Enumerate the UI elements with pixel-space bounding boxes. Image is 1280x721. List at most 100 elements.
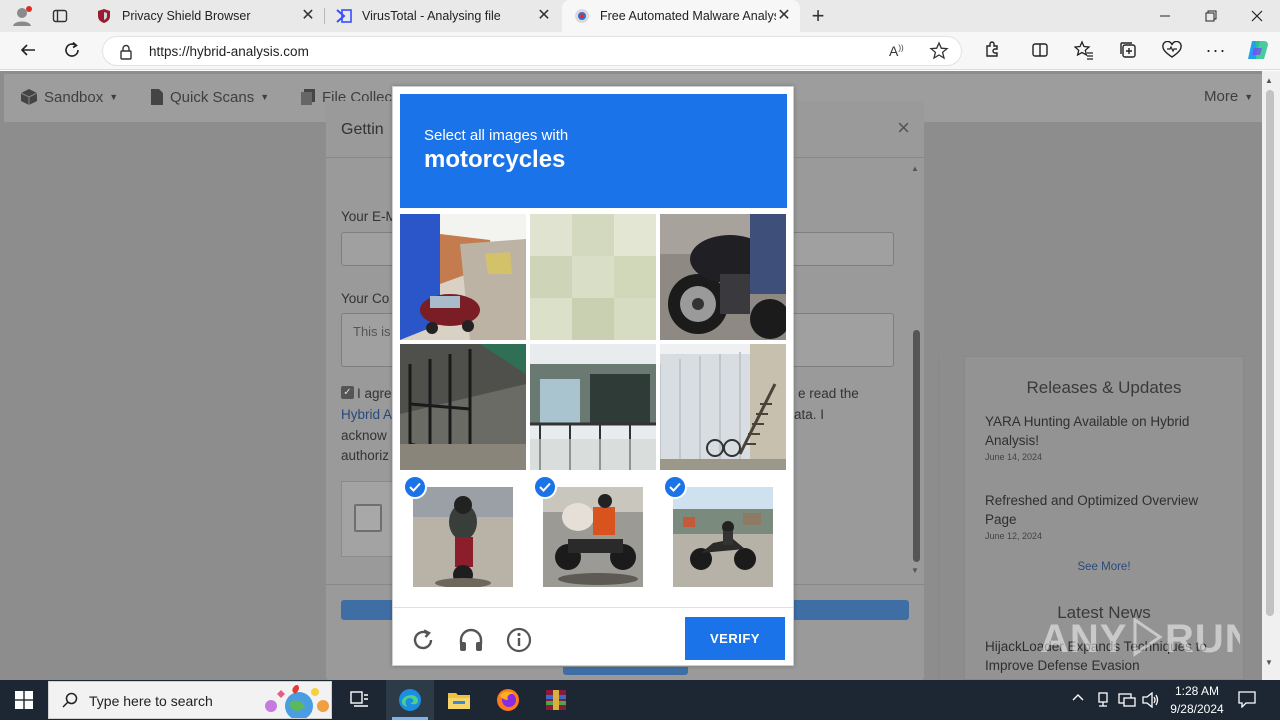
secondary-button[interactable]	[563, 667, 688, 675]
releases-title: Releases & Updates	[1026, 378, 1182, 397]
lock-icon[interactable]	[119, 44, 133, 63]
tab-title: Privacy Shield Browser	[122, 9, 251, 23]
ethernet-icon[interactable]	[1118, 692, 1136, 711]
url-text[interactable]: https://hybrid-analysis.com	[149, 44, 309, 59]
scroll-up-icon[interactable]: ▲	[911, 164, 919, 173]
back-icon[interactable]	[14, 37, 42, 63]
captcha-tile-3[interactable]	[660, 214, 786, 340]
page-scroll-thumb[interactable]	[1266, 90, 1274, 616]
firefox-icon[interactable]	[484, 680, 532, 720]
favorite-star-icon[interactable]	[929, 41, 949, 64]
tab-title: VirusTotal - Analysing file	[362, 9, 501, 23]
tab-hybrid-analysis[interactable]: Free Automated Malware Analysi ✕	[562, 0, 800, 32]
release-item-title[interactable]: Refreshed and Optimized Overview Page	[985, 491, 1225, 529]
browser-essentials-icon[interactable]	[1158, 37, 1186, 63]
favorites-icon[interactable]	[1070, 37, 1098, 63]
captcha-footer-divider	[393, 607, 793, 608]
scroll-down-icon[interactable]: ▼	[1265, 658, 1273, 667]
audio-headphones-icon[interactable]	[457, 626, 485, 654]
release-item-title[interactable]: YARA Hunting Available on Hybrid Analysi…	[985, 412, 1225, 450]
minimize-button[interactable]	[1142, 0, 1188, 32]
see-more-link[interactable]: See More!	[964, 561, 1244, 573]
reload-icon[interactable]	[409, 626, 437, 654]
task-view-icon[interactable]	[336, 680, 384, 720]
scroll-down-icon[interactable]: ▼	[911, 566, 919, 575]
modal-scroll-thumb[interactable]	[913, 330, 920, 562]
new-tab-button[interactable]: +	[804, 3, 832, 29]
profile-icon[interactable]	[8, 3, 36, 29]
release-item-date: June 14, 2024	[985, 452, 1043, 462]
selected-check-icon	[663, 475, 687, 499]
captcha-tile-6[interactable]	[660, 344, 786, 470]
captcha-tile-9[interactable]	[673, 487, 773, 587]
taskbar-search-box[interactable]: Type here to search	[48, 681, 332, 721]
agree-checkbox[interactable]: ✓	[341, 386, 354, 399]
captcha-tile-5[interactable]	[530, 344, 656, 470]
nav-label: Sandbox	[44, 88, 104, 106]
refresh-icon[interactable]	[58, 37, 86, 63]
winrar-icon[interactable]	[532, 680, 580, 720]
modal-title: Gettin	[341, 121, 384, 138]
notifications-icon[interactable]	[1238, 690, 1256, 711]
captcha-instruction: Select all images with	[424, 127, 569, 144]
captcha-tile-8[interactable]	[543, 487, 643, 587]
address-bar[interactable]: https://hybrid-analysis.com A))	[102, 36, 962, 66]
captcha-target: motorcycles	[424, 146, 566, 173]
info-icon[interactable]	[505, 626, 533, 654]
tab-privacy-shield[interactable]: Privacy Shield Browser ✕	[84, 0, 324, 32]
close-icon[interactable]: ✕	[300, 8, 316, 24]
extensions-icon[interactable]	[978, 37, 1006, 63]
nav-label: More	[1204, 88, 1239, 105]
search-placeholder: Type here to search	[89, 693, 213, 709]
copilot-icon[interactable]	[1244, 37, 1272, 63]
network-status-icon[interactable]	[1096, 692, 1110, 711]
nav-quick-scans[interactable]: Quick Scans ▼	[150, 88, 269, 106]
terms-link[interactable]: Hybrid A	[341, 407, 392, 422]
tab-actions-icon[interactable]	[46, 3, 74, 29]
comment-placeholder: This is	[353, 324, 391, 339]
close-window-button[interactable]	[1234, 0, 1280, 32]
virustotal-icon	[336, 8, 352, 24]
search-icon	[62, 692, 78, 711]
volume-icon[interactable]	[1142, 691, 1160, 711]
captcha-tile-1[interactable]	[400, 214, 526, 340]
clock-date[interactable]: 9/28/2024	[1162, 702, 1232, 716]
settings-more-icon[interactable]: ···	[1202, 37, 1230, 63]
search-highlight-icon	[261, 684, 331, 721]
collections-icon[interactable]	[1114, 37, 1142, 63]
nav-more[interactable]: More ▼	[1204, 88, 1253, 105]
comment-label: Your Co	[341, 291, 390, 306]
edge-taskbar-icon[interactable]	[386, 680, 434, 720]
release-item-date: June 12, 2024	[985, 531, 1043, 541]
close-icon[interactable]: ✕	[776, 8, 792, 24]
email-label: Your E-M	[341, 209, 397, 224]
show-hidden-icons[interactable]	[1072, 692, 1084, 707]
svg-text:ANY: ANY	[1040, 617, 1127, 661]
agree-text: I agre	[357, 386, 392, 401]
file-explorer-icon[interactable]	[435, 680, 483, 720]
anyrun-watermark: ANY RUN	[1040, 612, 1254, 672]
clock-time[interactable]: 1:28 AM	[1162, 684, 1232, 698]
caret-down-icon: ▼	[1244, 91, 1254, 102]
close-icon[interactable]: ✕	[536, 8, 552, 24]
read-aloud-icon[interactable]: A))	[889, 43, 904, 59]
tab-virustotal[interactable]: VirusTotal - Analysing file ✕	[324, 0, 560, 32]
files-icon	[301, 89, 315, 105]
agree-text-end: e read the	[798, 386, 859, 401]
authorize-text: authoriz	[341, 448, 390, 463]
windows-start-icon[interactable]	[0, 680, 48, 720]
captcha-tile-2[interactable]	[530, 214, 656, 340]
recaptcha-checkbox[interactable]	[354, 504, 382, 532]
captcha-tile-7[interactable]	[413, 487, 513, 587]
file-icon	[151, 89, 163, 105]
nav-label: Quick Scans	[170, 88, 255, 106]
nav-sandbox[interactable]: Sandbox ▼	[20, 88, 118, 106]
close-icon[interactable]: ×	[897, 115, 910, 141]
restore-button[interactable]	[1188, 0, 1234, 32]
scroll-up-icon[interactable]: ▲	[1265, 76, 1273, 85]
anyrun-logo-icon: ANY RUN	[1040, 617, 1254, 661]
split-screen-icon[interactable]	[1026, 37, 1054, 63]
tab-title: Free Automated Malware Analysi	[600, 9, 776, 23]
captcha-tile-4[interactable]	[400, 344, 526, 470]
verify-button[interactable]: VERIFY	[685, 617, 785, 660]
